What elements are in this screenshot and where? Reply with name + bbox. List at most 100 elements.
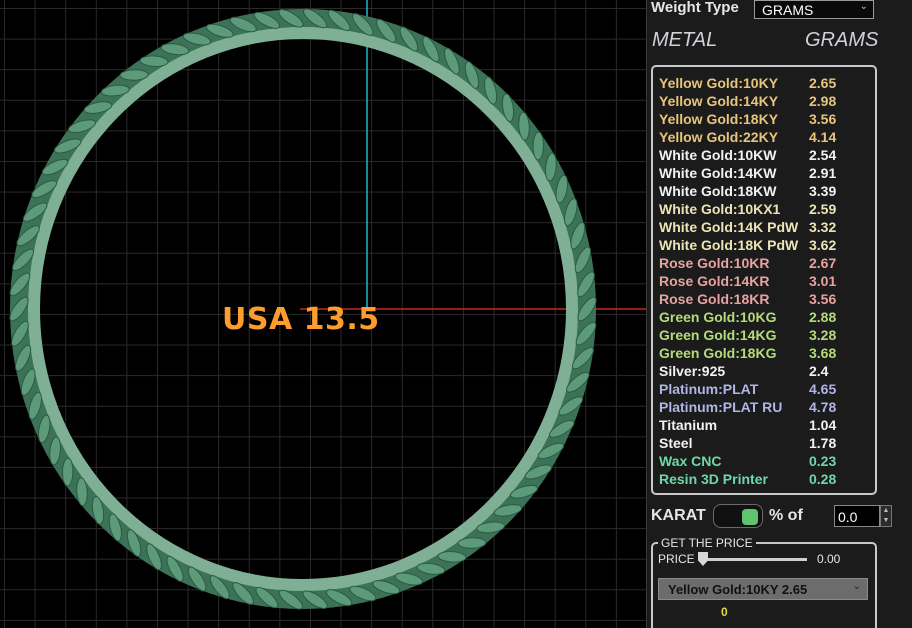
metal-row[interactable]: Rose Gold:10KR 2.67: [653, 254, 875, 272]
metal-grams: 3.28: [809, 327, 837, 343]
metal-grams: 1.04: [809, 417, 837, 433]
metal-weight-list[interactable]: Yellow Gold:10KY 2.65 Yellow Gold:14KY 2.98…: [651, 65, 877, 495]
3d-viewport[interactable]: USA 13.5: [0, 0, 646, 628]
metal-grams: 4.14: [809, 129, 837, 145]
metal-row[interactable]: Yellow Gold:14KY 2.98: [653, 92, 875, 110]
metal-name: White Gold:18KW: [659, 183, 777, 199]
metal-name: Platinum:PLAT RU: [659, 399, 783, 415]
metal-grams: 3.01: [809, 273, 837, 289]
metal-grams: 2.91: [809, 165, 837, 181]
toggle-knob: [742, 509, 758, 525]
metal-name: Yellow Gold:18KY: [659, 111, 779, 127]
metal-grams: 3.39: [809, 183, 837, 199]
metal-name: Titanium: [659, 417, 718, 433]
metal-grams: 2.4: [809, 363, 829, 379]
metal-weight-panel: Weight Type GRAMS ⌄ METAL GRAMS Yellow G…: [646, 0, 912, 628]
price-label: PRICE: [658, 552, 695, 566]
metal-column-header: METAL: [652, 29, 718, 51]
metal-grams: 2.65: [809, 75, 837, 91]
metal-name: White Gold:14KW: [659, 165, 777, 181]
chevron-down-icon: ⌄: [859, 1, 868, 12]
metal-grams: 2.54: [809, 147, 837, 163]
metal-grams: 0.23: [809, 453, 837, 469]
metal-row[interactable]: Platinum:PLAT RU 4.78: [653, 398, 875, 416]
metal-row[interactable]: Green Gold:18KG 3.68: [653, 344, 875, 362]
metal-row[interactable]: White Gold:18KW 3.39: [653, 182, 875, 200]
metal-row[interactable]: Rose Gold:18KR 3.56: [653, 290, 875, 308]
metal-row[interactable]: White Gold:14K PdW 3.32: [653, 218, 875, 236]
grams-column-header: GRAMS: [805, 29, 879, 51]
metal-row[interactable]: Yellow Gold:10KY 2.65: [653, 74, 875, 92]
metal-row[interactable]: White Gold:14KW 2.91: [653, 164, 875, 182]
metal-row[interactable]: Titanium 1.04: [653, 416, 875, 434]
karat-toggle[interactable]: [713, 504, 763, 528]
metal-row[interactable]: Wax CNC 0.23: [653, 452, 875, 470]
metal-grams: 4.78: [809, 399, 837, 415]
price-slider-thumb[interactable]: [698, 552, 708, 566]
chevron-down-icon: ⌄: [852, 581, 861, 592]
metal-grams: 2.88: [809, 309, 837, 325]
metal-name: White Gold:18K PdW: [659, 237, 799, 253]
metal-name: Yellow Gold:14KY: [659, 93, 779, 109]
rope-twist: [532, 131, 545, 161]
metal-row[interactable]: White Gold:10KW 2.54: [653, 146, 875, 164]
spin-up-icon[interactable]: ▲: [881, 506, 891, 516]
metal-grams: 2.67: [809, 255, 837, 271]
metal-row[interactable]: Yellow Gold:22KY 4.14: [653, 128, 875, 146]
metal-row[interactable]: Steel 1.78: [653, 434, 875, 452]
selected-metal: Yellow Gold:10KY 2.65: [668, 582, 808, 597]
metal-name: Silver:925: [659, 363, 726, 379]
price-metal-select[interactable]: Yellow Gold:10KY 2.65 ⌄: [658, 578, 868, 600]
metal-grams: 4.65: [809, 381, 837, 397]
percent-of-input[interactable]: 0.0: [834, 505, 880, 527]
spin-down-icon[interactable]: ▼: [881, 516, 891, 526]
percent-of-label: % of: [769, 507, 803, 524]
weight-type-value: GRAMS: [762, 2, 814, 18]
metal-name: Yellow Gold:10KY: [659, 75, 779, 91]
metal-row[interactable]: Rose Gold:14KR 3.01: [653, 272, 875, 290]
get-price-legend: GET THE PRICE: [658, 536, 756, 550]
metal-name: Platinum:PLAT: [659, 381, 759, 397]
metal-row[interactable]: White Gold:18K PdW 3.62: [653, 236, 875, 254]
price-result: 0: [721, 605, 728, 619]
metal-grams: 3.32: [809, 219, 837, 235]
metal-name: Green Gold:18KG: [659, 345, 777, 361]
percent-spinner[interactable]: ▲ ▼: [880, 505, 892, 527]
metal-name: White Gold:10KW: [659, 147, 777, 163]
metal-row[interactable]: Green Gold:14KG 3.28: [653, 326, 875, 344]
rope-twist: [119, 69, 149, 81]
karat-row: KARAT % of 0.0 ▲ ▼: [651, 504, 912, 528]
karat-label: KARAT: [651, 507, 706, 524]
rope-twist: [457, 537, 487, 549]
metal-grams: 3.56: [809, 111, 837, 127]
metal-name: Rose Gold:18KR: [659, 291, 770, 307]
metal-grams: 2.59: [809, 201, 837, 217]
metal-name: Rose Gold:14KR: [659, 273, 770, 289]
metal-row[interactable]: Silver:925 2.4: [653, 362, 875, 380]
metal-name: Green Gold:10KG: [659, 309, 777, 325]
metal-row[interactable]: White Gold:10KX1 2.59: [653, 200, 875, 218]
metal-name: Resin 3D Printer: [659, 471, 768, 487]
metal-row[interactable]: Platinum:PLAT 4.65: [653, 380, 875, 398]
metal-row[interactable]: Green Gold:10KG 2.88: [653, 308, 875, 326]
weight-type-label: Weight Type: [651, 0, 739, 16]
price-value: 0.00: [817, 552, 841, 566]
metal-grams: 3.68: [809, 345, 837, 361]
weight-type-select[interactable]: GRAMS ⌄: [754, 0, 874, 19]
metal-name: Rose Gold:10KR: [659, 255, 770, 271]
metal-name: Wax CNC: [659, 453, 722, 469]
metal-name: Green Gold:14KG: [659, 327, 777, 343]
metal-grams: 1.78: [809, 435, 837, 451]
metal-row[interactable]: Yellow Gold:18KY 3.56: [653, 110, 875, 128]
metal-grams: 3.62: [809, 237, 837, 253]
metal-name: White Gold:10KX1: [659, 201, 781, 217]
rope-twist: [61, 457, 74, 487]
weight-type-row: Weight Type GRAMS ⌄: [651, 0, 912, 20]
metal-name: Steel: [659, 435, 693, 451]
metal-grams: 3.56: [809, 291, 837, 307]
ring-size-label: USA 13.5: [222, 302, 380, 337]
metal-name: White Gold:14K PdW: [659, 219, 799, 235]
price-slider-track[interactable]: [701, 558, 807, 561]
metal-row[interactable]: Resin 3D Printer 0.28: [653, 470, 875, 488]
metal-name: Yellow Gold:22KY: [659, 129, 779, 145]
